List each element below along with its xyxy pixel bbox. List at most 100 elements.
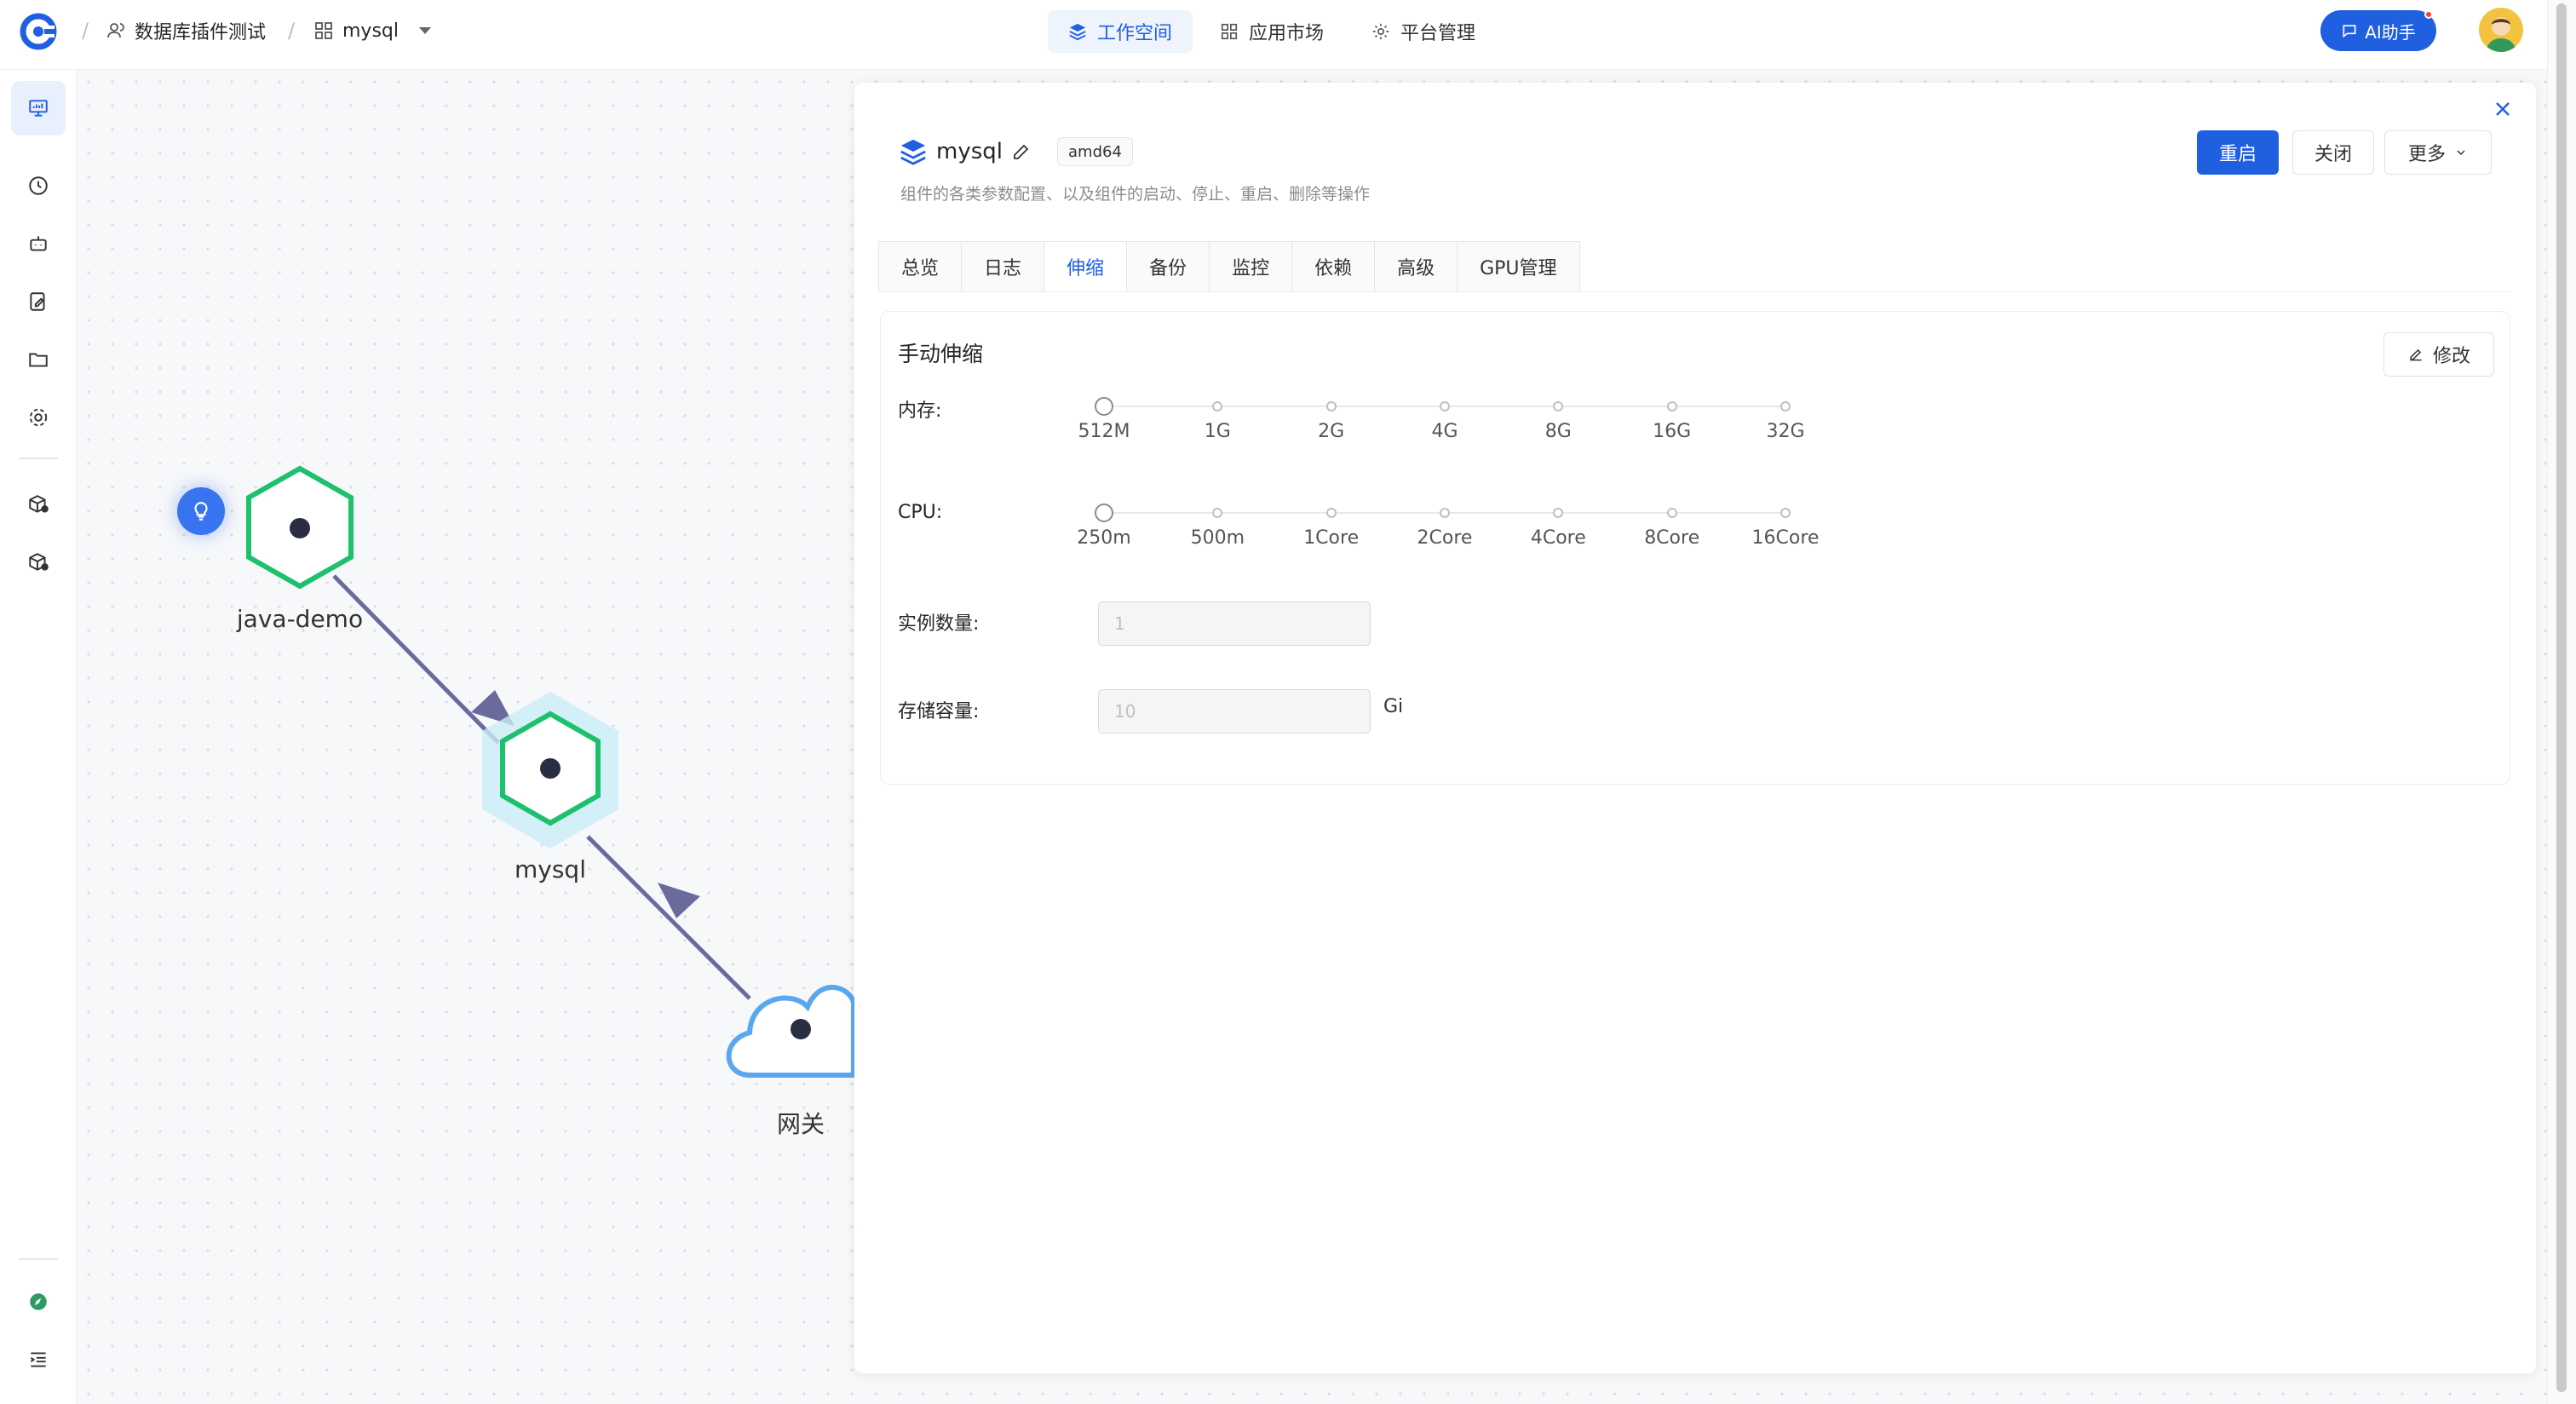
edit-scale-label: 修改 xyxy=(2432,346,2470,367)
breadcrumb-app[interactable]: mysql xyxy=(313,17,431,44)
close-component-button[interactable]: 关闭 xyxy=(2292,130,2374,175)
edit-pencil-icon[interactable] xyxy=(1011,141,1032,162)
team-icon xyxy=(107,23,124,38)
cpu-slider-mark[interactable]: 2Core xyxy=(1402,527,1487,549)
breadcrumb-separator: / xyxy=(82,19,89,43)
edit-icon xyxy=(2410,348,2422,361)
component-detail-panel: mysql amd64 组件的各类参数配置、以及组件的启动、停止、重启、删除等操… xyxy=(854,83,2536,1373)
nav-workspace[interactable]: 工作空间 xyxy=(1048,10,1193,53)
node-label-java-demo: java-demo xyxy=(236,605,364,633)
memory-slider-mark[interactable]: 4G xyxy=(1402,421,1487,442)
cpu-slider-dot[interactable] xyxy=(1780,508,1791,518)
sidebar-divider xyxy=(19,457,58,459)
memory-slider-dot[interactable] xyxy=(1325,401,1337,411)
sidebar-item-plugin-b[interactable] xyxy=(11,535,66,590)
sidebar-item-settings[interactable] xyxy=(11,390,66,445)
instance-count-input[interactable]: 1 xyxy=(1098,601,1371,646)
arch-tag: amd64 xyxy=(1057,137,1133,166)
breadcrumb-separator: / xyxy=(288,19,296,43)
memory-slider-mark[interactable]: 8G xyxy=(1515,421,1601,442)
logo-icon[interactable] xyxy=(19,12,58,51)
main-nav: 工作空间 应用市场 平台管理 xyxy=(1048,10,1496,53)
breadcrumb-team-label: 数据库插件测试 xyxy=(135,22,267,43)
cpu-slider-mark[interactable]: 1Core xyxy=(1289,527,1374,549)
cpu-slider-dot[interactable] xyxy=(1440,508,1450,518)
clock-icon xyxy=(29,176,48,195)
memory-slider-mark[interactable]: 16G xyxy=(1630,421,1715,442)
user-avatar-icon xyxy=(2486,17,2516,52)
edit-scale-button[interactable]: 修改 xyxy=(2383,332,2494,377)
grid-icon xyxy=(1221,23,1238,40)
ai-assistant-label: AI助手 xyxy=(2365,21,2416,43)
tab-advanced[interactable]: 高级 xyxy=(1375,241,1458,292)
cpu-slider-dot[interactable] xyxy=(1553,508,1564,518)
restart-button[interactable]: 重启 xyxy=(2197,130,2279,175)
memory-slider-dot[interactable] xyxy=(1212,401,1223,411)
sidebar-item-history[interactable] xyxy=(11,158,66,213)
robot-icon xyxy=(30,236,47,251)
tabs-divider xyxy=(878,291,2512,292)
sidebar-item-launch[interactable] xyxy=(11,1275,66,1329)
caret-down-icon[interactable] xyxy=(419,27,431,34)
cpu-slider-mark[interactable]: 500m xyxy=(1175,527,1260,549)
memory-slider-mark[interactable]: 2G xyxy=(1289,421,1374,442)
cpu-slider-dot[interactable] xyxy=(1095,503,1113,522)
cpu-slider-dot[interactable] xyxy=(1212,508,1223,518)
app-grid-icon xyxy=(315,22,332,39)
package-settings-icon xyxy=(29,553,49,571)
node-label-mysql: mysql xyxy=(515,855,586,883)
page-scrollbar[interactable] xyxy=(2547,0,2576,1404)
memory-slider-dot[interactable] xyxy=(1440,401,1450,411)
tab-gpu[interactable]: GPU管理 xyxy=(1458,241,1580,292)
ai-assistant-button[interactable]: AI助手 xyxy=(2320,10,2436,51)
tab-monitor[interactable]: 监控 xyxy=(1210,241,1293,292)
top-bar: / 数据库插件测试 / mysql 工作空间 应用市场 平台管理 AI助手 xyxy=(0,0,2547,70)
scrollbar-thumb[interactable] xyxy=(2556,3,2567,1392)
storage-label: 存储容量: xyxy=(898,701,980,722)
sidebar-item-files[interactable] xyxy=(11,332,66,387)
sidebar-item-robot[interactable] xyxy=(11,216,66,271)
tab-scale[interactable]: 伸缩 xyxy=(1044,241,1128,292)
memory-slider[interactable]: 512M 1G 2G 4G 8G 16G 32G xyxy=(1078,397,1805,442)
avatar[interactable] xyxy=(2479,8,2523,52)
cpu-slider-mark[interactable]: 4Core xyxy=(1515,527,1601,549)
memory-slider-dot[interactable] xyxy=(1553,401,1564,411)
gear-icon xyxy=(29,408,48,427)
close-panel-button[interactable] xyxy=(2488,95,2517,124)
memory-slider-dot[interactable] xyxy=(1780,401,1791,411)
memory-label: 内存: xyxy=(898,400,942,422)
sidebar-collapse[interactable] xyxy=(11,1332,66,1387)
component-tabs: 总览 日志 伸缩 备份 监控 依赖 高级 GPU管理 xyxy=(878,241,1580,292)
memory-slider-mark[interactable]: 1G xyxy=(1175,421,1260,442)
manual-scale-card: 手动伸缩 修改 内存: 512M 1G 2G 4G 8G 16G 32G CPU: 250m… xyxy=(880,311,2510,785)
memory-slider-dot[interactable] xyxy=(1666,401,1677,411)
menu-collapse-icon xyxy=(30,1352,46,1367)
component-title: mysql xyxy=(936,139,1003,164)
tab-logs[interactable]: 日志 xyxy=(962,241,1045,292)
package-icon xyxy=(29,495,49,513)
nav-platform[interactable]: 平台管理 xyxy=(1351,10,1496,53)
sidebar-item-docs[interactable] xyxy=(11,274,66,329)
more-button[interactable]: 更多 xyxy=(2384,130,2492,175)
tab-overview[interactable]: 总览 xyxy=(878,241,963,292)
breadcrumb-team[interactable]: 数据库插件测试 xyxy=(106,17,266,44)
sidebar-item-overview[interactable] xyxy=(11,81,66,135)
memory-slider-mark[interactable]: 512M xyxy=(1061,421,1147,442)
memory-slider-mark[interactable]: 32G xyxy=(1743,421,1828,442)
cpu-slider-dot[interactable] xyxy=(1325,508,1337,518)
node-dot-icon xyxy=(791,1019,811,1039)
storage-input[interactable]: 10 xyxy=(1098,689,1371,734)
close-icon xyxy=(2496,102,2510,116)
tab-backup[interactable]: 备份 xyxy=(1127,241,1210,292)
cpu-slider-mark[interactable]: 8Core xyxy=(1630,527,1715,549)
memory-slider-dot[interactable] xyxy=(1095,397,1113,416)
sidebar-item-plugin-a[interactable] xyxy=(11,477,66,532)
cpu-slider-dot[interactable] xyxy=(1666,508,1677,518)
cpu-slider-mark[interactable]: 250m xyxy=(1061,527,1147,549)
cpu-slider[interactable]: 250m 500m 1Core 2Core 4Core 8Core 16Core xyxy=(1077,503,1819,549)
nav-market[interactable]: 应用市场 xyxy=(1199,10,1344,53)
tab-dependency[interactable]: 依赖 xyxy=(1292,241,1376,292)
nav-market-label: 应用市场 xyxy=(1249,23,1325,44)
cpu-slider-mark[interactable]: 16Core xyxy=(1743,527,1828,549)
layers-icon xyxy=(900,139,926,165)
